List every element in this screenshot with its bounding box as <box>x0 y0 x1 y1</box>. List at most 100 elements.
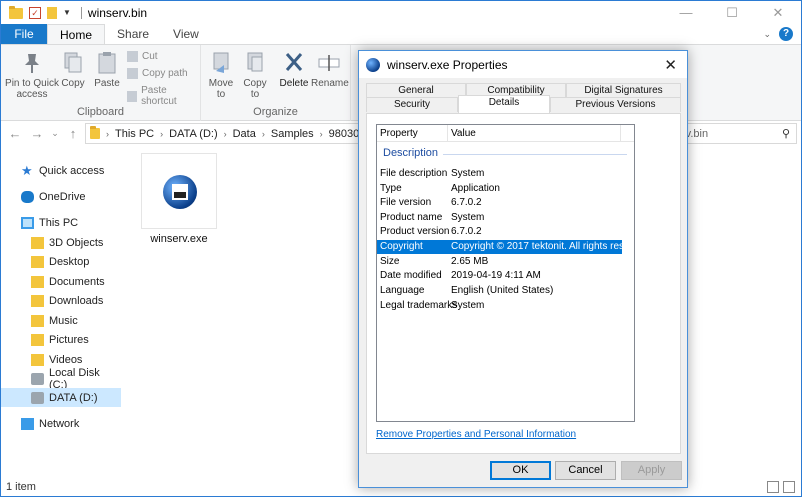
table-row[interactable]: Product version 6.7.0.2 <box>377 225 634 239</box>
file-item[interactable]: winserv.exe <box>141 153 217 245</box>
nav-label: OneDrive <box>39 190 86 203</box>
nav-item-music[interactable]: Music <box>1 311 121 330</box>
move-to-button[interactable]: Move to <box>207 51 235 100</box>
help-icon[interactable]: ? <box>779 27 793 41</box>
close-icon[interactable]: ✕ <box>664 56 677 74</box>
nav-item-data-disk[interactable]: DATA (D:) <box>1 388 121 407</box>
column-divider[interactable] <box>447 125 448 141</box>
details-view-icon[interactable] <box>767 481 779 493</box>
clipboard-group: Pin to Quick access Copy Paste Cut Copy … <box>1 45 201 121</box>
nav-item-documents[interactable]: Documents <box>1 272 121 291</box>
delete-button[interactable]: Delete <box>279 51 309 89</box>
group-divider <box>443 154 627 155</box>
tab-security[interactable]: Security <box>366 97 458 112</box>
nav-item-quick-access[interactable]: ★ Quick access <box>1 161 121 180</box>
table-row[interactable]: Legal trademarks System <box>377 299 634 313</box>
group-header: Description <box>383 147 439 159</box>
nav-item-desktop[interactable]: Desktop <box>1 252 121 271</box>
nav-item-network[interactable]: Network <box>1 414 121 433</box>
column-property[interactable]: Property <box>380 128 418 139</box>
tab-digital-signatures[interactable]: Digital Signatures <box>566 83 681 98</box>
folder-icon <box>9 5 23 20</box>
globe-icon <box>163 175 197 209</box>
chevron-right-icon: › <box>261 128 265 139</box>
table-row[interactable]: Size 2.65 MB <box>377 255 634 269</box>
property-value: 2.65 MB <box>451 256 489 267</box>
search-input[interactable]: rv.bin ⚲ <box>677 123 797 144</box>
rename-button[interactable]: Rename <box>311 51 349 89</box>
tab-file[interactable]: File <box>1 24 47 44</box>
copy-path-label: Copy path <box>142 68 188 79</box>
pin-icon <box>21 51 43 75</box>
tab-general[interactable]: General <box>366 83 466 98</box>
move-icon <box>210 51 232 75</box>
column-divider[interactable] <box>620 125 621 141</box>
nav-item-this-pc[interactable]: This PC <box>1 213 121 232</box>
chevron-down-icon[interactable]: ▼ <box>63 8 71 17</box>
copy-button[interactable]: Copy <box>61 51 85 89</box>
apply-button[interactable]: Apply <box>621 461 682 480</box>
breadcrumb-item[interactable]: This PC <box>115 128 154 140</box>
forward-icon[interactable]: → <box>29 126 45 141</box>
property-value: 2019-04-19 4:11 AM <box>451 270 541 281</box>
cancel-button[interactable]: Cancel <box>555 461 616 480</box>
cut-label: Cut <box>142 51 158 62</box>
large-icons-view-icon[interactable] <box>783 481 795 493</box>
table-row-selected[interactable]: Copyright Copyright © 2017 tektonit. All… <box>377 240 634 254</box>
breadcrumb-item[interactable]: DATA (D:) <box>169 128 217 140</box>
chevron-down-icon[interactable]: ⌄ <box>763 29 771 40</box>
cut-button[interactable]: Cut <box>127 51 158 62</box>
tab-details[interactable]: Details <box>458 95 550 113</box>
table-row[interactable]: Product name System <box>377 211 634 225</box>
properties-list[interactable]: Property Value Description File descript… <box>376 124 635 422</box>
nav-label: Local Disk (C:) <box>48 366 100 391</box>
back-icon[interactable]: ← <box>7 126 23 141</box>
tab-share[interactable]: Share <box>105 24 161 44</box>
ok-button[interactable]: OK <box>490 461 551 480</box>
tab-view[interactable]: View <box>161 24 211 44</box>
breadcrumb-item[interactable]: Samples <box>271 128 314 140</box>
title-bar: ✓ ▼ winserv.bin — ☐ ✕ <box>1 1 801 24</box>
window-controls: — ☐ ✕ <box>663 1 801 24</box>
table-row[interactable]: File version 6.7.0.2 <box>377 196 634 210</box>
nav-label: Network <box>39 417 80 430</box>
property-value: System <box>451 168 485 179</box>
paste-shortcut-icon <box>127 90 138 102</box>
minimize-icon[interactable]: — <box>663 1 709 24</box>
remove-properties-link[interactable]: Remove Properties and Personal Informati… <box>376 429 576 440</box>
new-folder-icon[interactable] <box>47 6 57 19</box>
separator <box>80 6 82 19</box>
tab-home[interactable]: Home <box>47 24 106 44</box>
nav-item-local-disk[interactable]: Local Disk (C:) <box>1 366 121 391</box>
table-row[interactable]: File description System <box>377 167 634 181</box>
quick-access-toolbar: ✓ ▼ <box>29 6 82 19</box>
chevron-down-icon[interactable]: ⌄ <box>47 128 63 139</box>
column-value[interactable]: Value <box>451 128 476 139</box>
star-icon: ★ <box>21 162 33 178</box>
paste-button[interactable]: Paste <box>93 51 121 89</box>
copy-path-button[interactable]: Copy path <box>127 68 188 79</box>
properties-icon[interactable]: ✓ <box>29 6 41 19</box>
table-row[interactable]: Type Application <box>377 182 634 196</box>
nav-item-pictures[interactable]: Pictures <box>1 330 121 349</box>
paste-shortcut-button[interactable]: Paste shortcut <box>127 85 200 107</box>
search-icon[interactable]: ⚲ <box>782 127 790 140</box>
drive-icon <box>31 372 44 385</box>
item-count: 1 item <box>6 481 36 493</box>
navigation-pane: ★ Quick access OneDrive This PC 3D Objec… <box>1 157 121 477</box>
breadcrumb-item[interactable]: Data <box>233 128 256 140</box>
nav-item-3d-objects[interactable]: 3D Objects <box>1 233 121 252</box>
pin-button[interactable]: Pin to Quick access <box>5 51 59 100</box>
table-row[interactable]: Language English (United States) <box>377 284 634 298</box>
details-panel: Property Value Description File descript… <box>366 113 681 454</box>
nav-item-downloads[interactable]: Downloads <box>1 291 121 310</box>
up-icon[interactable]: ↑ <box>65 126 81 141</box>
nav-label: Pictures <box>49 333 89 346</box>
maximize-icon[interactable]: ☐ <box>709 1 755 24</box>
close-icon[interactable]: ✕ <box>755 1 801 24</box>
table-row[interactable]: Date modified 2019-04-19 4:11 AM <box>377 269 634 283</box>
nav-item-onedrive[interactable]: OneDrive <box>1 187 121 206</box>
tab-previous-versions[interactable]: Previous Versions <box>550 97 681 112</box>
copy-to-button[interactable]: Copy to <box>241 51 269 100</box>
ribbon-tabs: File Home Share View ⌄ ? <box>1 24 801 45</box>
